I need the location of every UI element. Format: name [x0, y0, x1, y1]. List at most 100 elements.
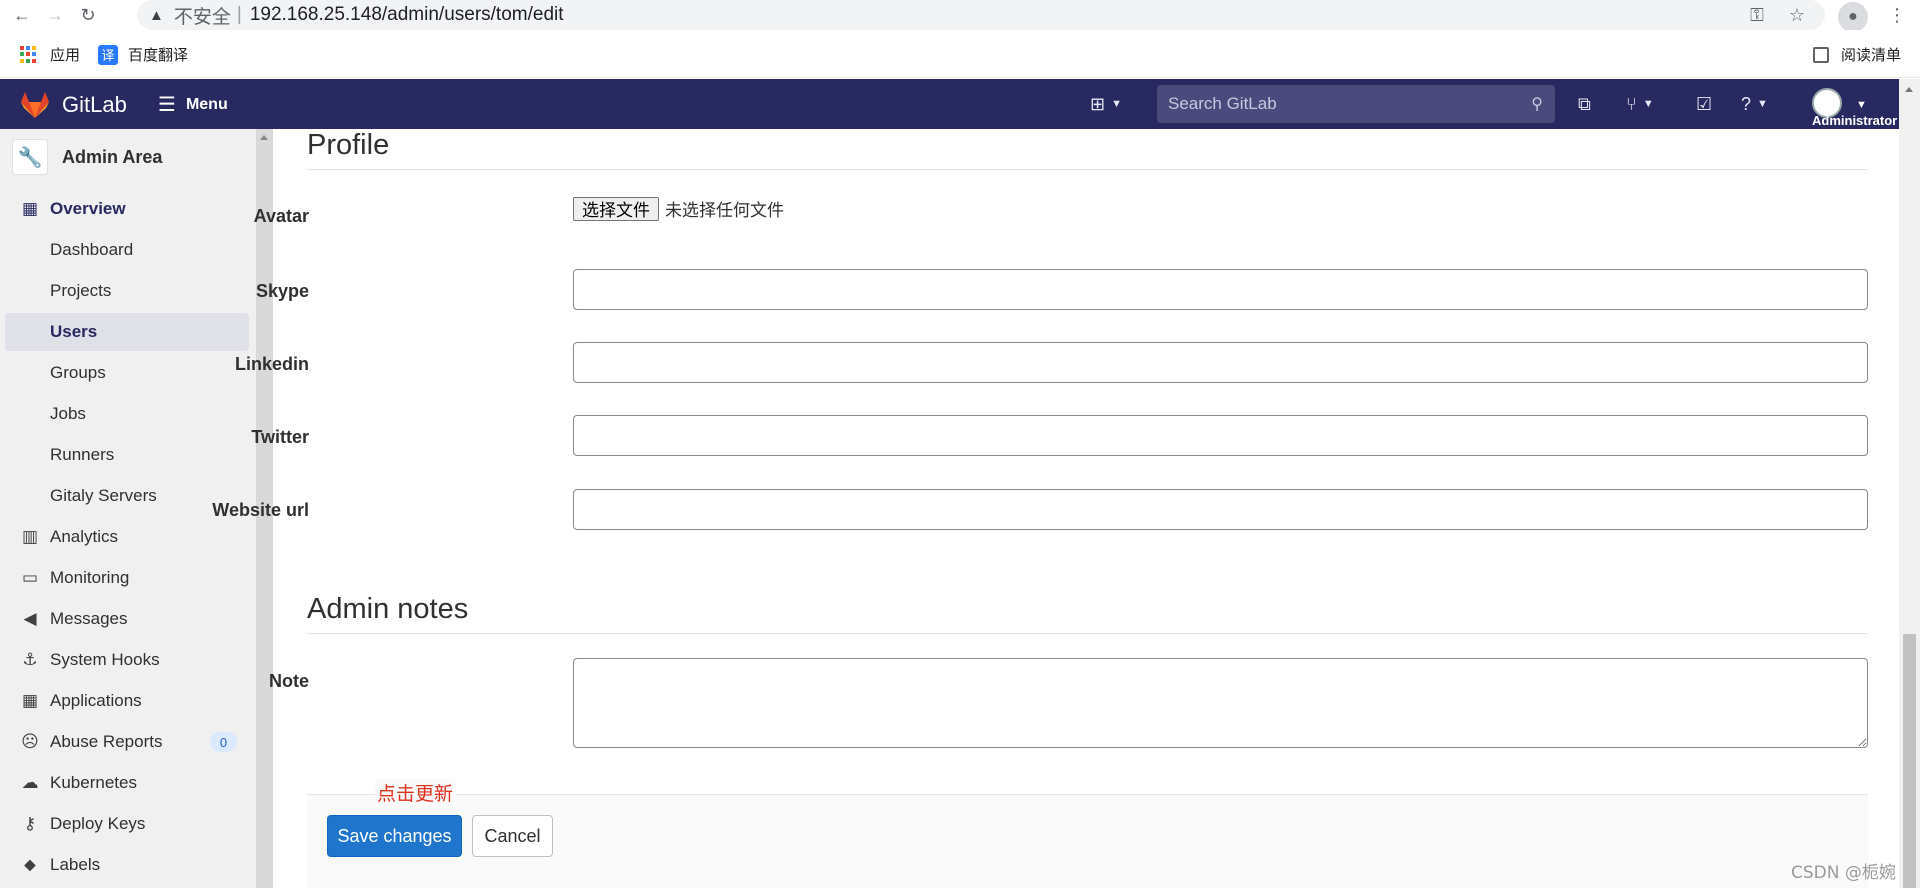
menu-button[interactable]: ☰ Menu [158, 92, 228, 117]
avatar-file-input[interactable]: 选择文件 未选择任何文件 [573, 196, 784, 221]
merge-request-icon: ⑂ [1626, 93, 1637, 114]
search-input[interactable] [1157, 94, 1507, 114]
sidebar-item-label: Deploy Keys [50, 814, 146, 833]
plus-square-icon: ⊞ [1090, 93, 1106, 114]
sidebar-item-labels[interactable]: ⬥ Labels [5, 846, 249, 884]
address-bar[interactable]: ▲ 不安全 | 192.168.25.148/admin/users/tom/e… [137, 0, 1825, 30]
section-divider [307, 169, 1868, 170]
sidebar-item-label: System Hooks [50, 650, 160, 669]
sidebar-item-label: Monitoring [50, 568, 130, 587]
scroll-up-arrow-icon[interactable] [1905, 87, 1913, 92]
url-text[interactable]: 192.168.25.148/admin/users/tom/edit [250, 4, 564, 26]
help-dropdown[interactable]: ? ▼ [1741, 91, 1768, 117]
search-icon: ⚲ [1531, 96, 1543, 113]
sidebar-item-label: Analytics [50, 527, 119, 546]
form-actions: 点击更新 Save changes Cancel [307, 779, 1868, 888]
avatar-label: Avatar [253, 206, 309, 226]
save-changes-button[interactable]: Save changes [327, 815, 462, 857]
hamburger-icon: ☰ [158, 94, 176, 116]
website-url-label: Website url [212, 500, 309, 520]
skype-field[interactable] [573, 269, 1868, 310]
new-dropdown[interactable]: ⊞ ▼ [1090, 91, 1122, 117]
issues-icon: ⧉ [1578, 93, 1591, 114]
key-icon: ⚷ [23, 814, 37, 833]
twitter-label: Twitter [251, 427, 309, 447]
wrench-icon: 🔧 [12, 139, 48, 175]
note-label: Note [269, 671, 309, 691]
key-icon[interactable]: ⚿ [1745, 3, 1769, 27]
browser-profile-icon[interactable]: ● [1838, 2, 1868, 32]
url-separator: | [236, 4, 242, 25]
issues-link[interactable]: ⧉ [1578, 91, 1591, 117]
admin-area-title: Admin Area [62, 146, 163, 167]
admin-area-header[interactable]: 🔧 Admin Area [12, 139, 162, 175]
security-label: 不安全 [173, 6, 231, 28]
browser-menu-icon[interactable]: ⋮ [1885, 3, 1909, 27]
reload-icon[interactable]: ↻ [76, 3, 100, 27]
label-tag-icon: ⬥ [24, 855, 36, 874]
help-question-icon: ? [1741, 93, 1752, 114]
sidebar-item-label: Dashboard [50, 240, 134, 259]
linkedin-field[interactable] [573, 342, 1868, 383]
baidu-fanyi-icon: 译 [98, 44, 118, 65]
sidebar-item-users[interactable]: Users [5, 313, 249, 351]
sidebar-item-abuse-reports[interactable]: ☹ Abuse Reports 0 [5, 723, 249, 761]
merge-requests-dropdown[interactable]: ⑂ ▼ [1626, 91, 1654, 117]
user-name: Administrator [1812, 113, 1898, 128]
bookmark-apps[interactable]: 应用 [20, 44, 80, 65]
sidebar-item-monitoring[interactable]: ▭ Monitoring [5, 559, 249, 597]
bookmark-star-icon[interactable]: ☆ [1785, 3, 1809, 27]
sidebar-item-label: Applications [50, 691, 142, 710]
linkedin-label: Linkedin [234, 354, 309, 374]
sidebar-item-label: Users [50, 322, 98, 341]
kubernetes-cloud-icon: ☁ [21, 773, 39, 792]
chevron-down-icon: ▼ [1642, 98, 1654, 110]
choose-file-button[interactable]: 选择文件 [573, 196, 659, 221]
sidebar-item-label: Kubernetes [50, 773, 137, 792]
monitor-icon: ▭ [21, 568, 39, 587]
search-box[interactable]: ⚲ [1157, 85, 1555, 123]
todos-link[interactable]: ☑ [1696, 91, 1712, 117]
sidebar-item-messages[interactable]: ◀ Messages [5, 600, 249, 638]
scroll-up-arrow-icon[interactable] [260, 135, 268, 140]
chevron-down-icon[interactable]: ▼ [1856, 99, 1867, 111]
sidebar-item-label: Abuse Reports [50, 732, 163, 751]
abuse-face-icon: ☹ [21, 732, 39, 751]
sidebar-item-kubernetes[interactable]: ☁ Kubernetes [5, 764, 249, 802]
bookmark-baidu-fanyi[interactable]: 译 百度翻译 [98, 44, 188, 65]
sidebar-item-label: Runners [50, 445, 115, 464]
chevron-down-icon: ▼ [1111, 98, 1122, 110]
back-arrow-icon[interactable]: ← [10, 3, 34, 27]
cancel-button[interactable]: Cancel [472, 815, 553, 857]
section-divider [307, 633, 1868, 634]
apps-grid-icon [20, 45, 38, 64]
gitlab-brand-text: GitLab [62, 92, 127, 117]
reading-list-icon [1813, 46, 1829, 63]
bookmark-label: 应用 [50, 47, 81, 64]
scrollbar-thumb[interactable] [1903, 634, 1916, 888]
main-content: Profile Avatar 选择文件 未选择任何文件 Skype Linked… [212, 129, 1899, 888]
watermark-text: CSDN @栀婉 [1791, 863, 1896, 883]
sidebar-item-analytics[interactable]: ▥ Analytics [5, 518, 249, 556]
note-textarea[interactable] [573, 658, 1868, 748]
reading-list[interactable]: 阅读清单 [1813, 44, 1901, 65]
menu-label: Menu [185, 95, 228, 113]
todo-check-icon: ☑ [1696, 93, 1713, 114]
skype-label: Skype [255, 281, 309, 301]
count-badge: 0 [210, 732, 237, 752]
hook-icon: ⚓ [22, 650, 38, 669]
website-url-field[interactable] [573, 489, 1868, 530]
page-scrollbar[interactable] [1899, 79, 1920, 888]
bookmarks-bar: 应用 译 百度翻译 阅读清单 [0, 30, 1920, 78]
file-status-text: 未选择任何文件 [665, 201, 784, 221]
sidebar-item-label: Jobs [50, 404, 86, 423]
applications-icon: ▦ [21, 691, 39, 710]
megaphone-icon: ◀ [23, 609, 37, 628]
twitter-field[interactable] [573, 415, 1868, 456]
gitlab-tanuki-logo-icon [21, 92, 49, 118]
gitlab-home-link[interactable]: GitLab [20, 91, 127, 119]
forward-arrow-icon[interactable]: → [43, 3, 67, 27]
annotation-text: 点击更新 [375, 779, 456, 806]
sidebar-item-deploy-keys[interactable]: ⚷ Deploy Keys [5, 805, 249, 843]
sidebar-item-dashboard[interactable]: Dashboard [5, 231, 249, 269]
